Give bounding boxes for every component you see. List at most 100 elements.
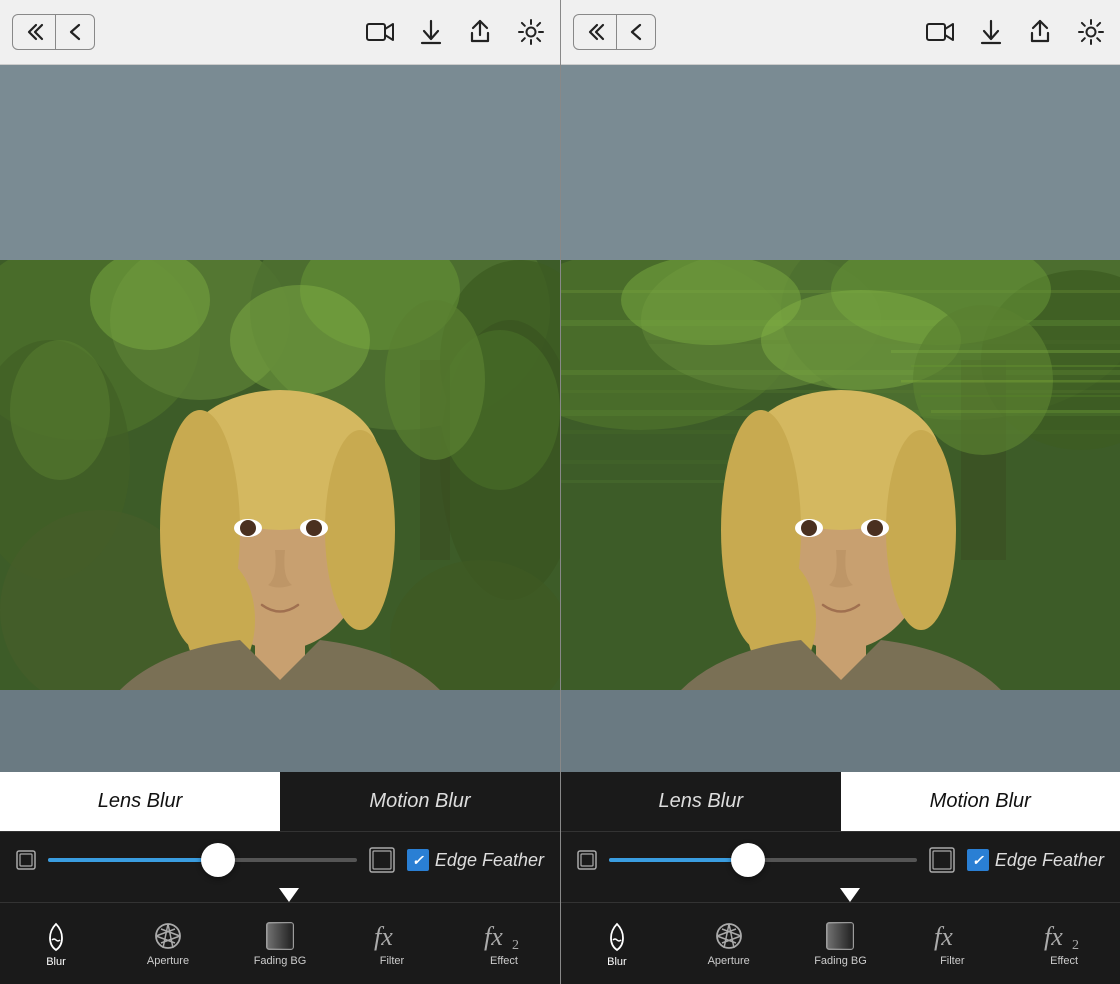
left-aperture-label: Aperture [147,955,189,967]
right-back-button[interactable] [617,15,655,49]
effect-tool-icon: fx 2 [484,921,524,951]
download-icon [980,19,1002,45]
left-toolbar-right [362,15,548,49]
svg-text:fx: fx [374,922,393,951]
right-tool-fading-bg[interactable]: Fading BG [785,903,897,984]
left-indicator-triangle [279,888,299,902]
right-slider-fill [609,858,748,862]
right-slider-small-icon [577,850,597,870]
back-icon [66,21,84,43]
left-slider-large-icon [369,847,395,873]
left-tool-filter[interactable]: fx Filter [336,903,448,984]
right-edge-feather: ✓ Edge Feather [967,849,1104,871]
right-tool-effect[interactable]: fx 2 Effect [1008,903,1120,984]
right-slider-thumb[interactable] [731,843,765,877]
left-triangle-row [0,888,560,902]
large-photo-icon [929,847,955,873]
right-bottom-toolbar: Blur Aperture [561,902,1120,984]
filter-tool-icon: fx [374,921,410,951]
left-blur-label: Blur [46,956,66,968]
right-filter-label: Filter [940,955,964,967]
download-icon [420,19,442,45]
left-photo [0,260,560,690]
left-slider-thumb[interactable] [201,843,235,877]
settings-icon [1078,19,1104,45]
right-controls: Lens Blur Motion Blur [561,772,1120,984]
small-photo-icon [577,850,597,870]
right-blur-label: Blur [607,956,627,968]
left-back-button[interactable] [56,15,94,49]
right-blur-tabs: Lens Blur Motion Blur [561,772,1120,832]
right-download-button[interactable] [976,15,1006,49]
aperture-tool-icon [714,921,744,951]
left-panel: Lens Blur Motion Blur [0,0,560,984]
blur-tool-icon [42,920,70,952]
left-photo-area [0,260,560,772]
right-back-double-button[interactable] [574,15,617,49]
right-back-group [573,14,656,50]
right-tool-blur[interactable]: Blur [561,903,673,984]
svg-text:2: 2 [512,938,519,951]
left-fading-bg-label: Fading BG [254,955,307,967]
right-lens-blur-tab[interactable]: Lens Blur [561,772,841,831]
right-triangle-row [561,888,1120,902]
aperture-tool-icon [153,921,183,951]
left-tool-blur[interactable]: Blur [0,903,112,984]
left-slider-fill [48,858,218,862]
left-edge-feather-checkbox[interactable]: ✓ [407,849,429,871]
right-tool-aperture[interactable]: Aperture [673,903,785,984]
right-slider-large-icon [929,847,955,873]
left-motion-blur-tab[interactable]: Motion Blur [280,772,560,831]
fading-bg-tool-icon [265,921,295,951]
left-back-double-button[interactable] [13,15,56,49]
left-download-button[interactable] [416,15,446,49]
left-bottom-toolbar: Blur Aperture [0,902,560,984]
right-panel: Lens Blur Motion Blur [560,0,1120,984]
left-slider-track[interactable] [48,858,357,862]
left-edge-feather-label: Edge Feather [435,850,544,871]
left-back-group [12,14,95,50]
left-lens-blur-tab[interactable]: Lens Blur [0,772,280,831]
blur-tool-icon [603,920,631,952]
right-toolbar-right [922,15,1108,49]
svg-text:2: 2 [1072,938,1079,951]
left-tool-aperture[interactable]: Aperture [112,903,224,984]
filter-tool-icon: fx [934,921,970,951]
video-icon [366,21,394,43]
right-effect-label: Effect [1050,955,1078,967]
right-edge-feather-checkbox[interactable]: ✓ [967,849,989,871]
left-blur-tabs: Lens Blur Motion Blur [0,772,560,832]
left-video-button[interactable] [362,17,398,47]
right-photo [561,260,1120,690]
right-toolbar [561,0,1120,65]
right-tool-filter[interactable]: fx Filter [896,903,1008,984]
right-slider-track[interactable] [609,858,917,862]
right-motion-blur-tab[interactable]: Motion Blur [841,772,1120,831]
small-photo-icon [16,850,36,870]
left-effect-label: Effect [490,955,518,967]
svg-text:fx: fx [934,922,953,951]
back-icon [627,21,645,43]
left-tool-effect[interactable]: fx 2 Effect [448,903,560,984]
left-edge-feather: ✓ Edge Feather [407,849,544,871]
left-slider-row: ✓ Edge Feather [0,832,560,888]
large-photo-icon [369,847,395,873]
right-video-button[interactable] [922,17,958,47]
left-filter-label: Filter [380,955,404,967]
right-edge-feather-label: Edge Feather [995,850,1104,871]
right-indicator-triangle [840,888,860,902]
share-icon [1028,19,1052,45]
right-photo-area [561,260,1120,772]
left-settings-button[interactable] [514,15,548,49]
right-aperture-label: Aperture [708,955,750,967]
back-double-icon [23,21,45,43]
svg-text:fx: fx [1044,922,1063,951]
right-share-button[interactable] [1024,15,1056,49]
right-fading-bg-label: Fading BG [814,955,867,967]
left-share-button[interactable] [464,15,496,49]
left-toolbar [0,0,560,65]
right-settings-button[interactable] [1074,15,1108,49]
effect-tool-icon: fx 2 [1044,921,1084,951]
left-tool-fading-bg[interactable]: Fading BG [224,903,336,984]
settings-icon [518,19,544,45]
